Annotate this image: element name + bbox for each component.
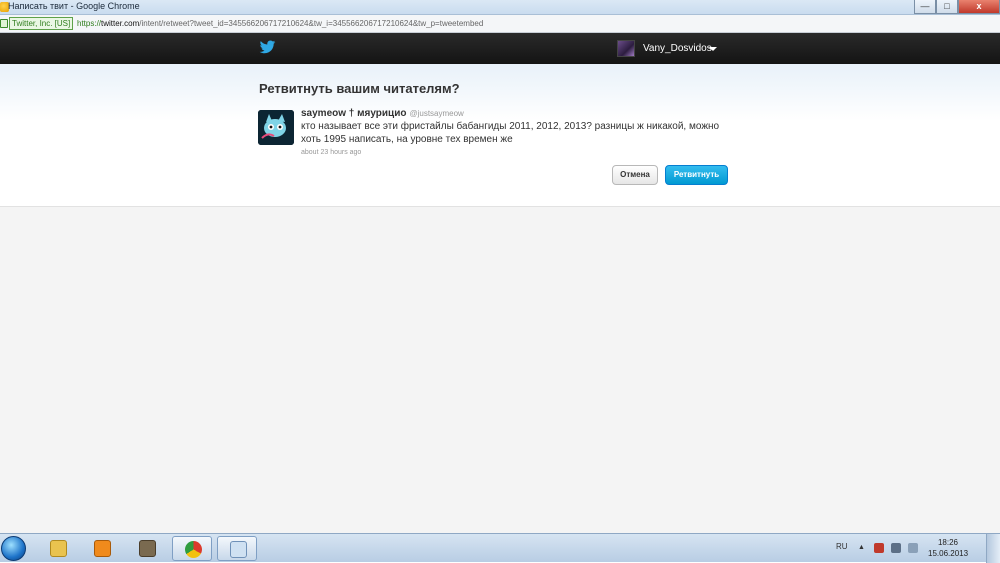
taskbar-archive[interactable] (127, 536, 167, 561)
paint-icon (230, 541, 247, 558)
start-button[interactable] (1, 536, 26, 561)
lock-icon (0, 19, 8, 28)
retweet-dialog: Ретвитнуть вашим читателям? saymeow † мя… (0, 64, 1000, 207)
window-title-bar: Написать твит - Google Chrome — □ x (0, 0, 1000, 15)
cat-avatar-icon (258, 110, 294, 145)
tray-expand-icon[interactable]: ▲ (858, 544, 865, 551)
page-title: Ретвитнуть вашим читателям? (259, 81, 460, 96)
page-background (0, 207, 1000, 533)
url-scheme: https:// (77, 19, 102, 28)
archive-icon (139, 540, 156, 557)
tweet-author: saymeow † мяурициo @justsaymeow (301, 108, 464, 119)
ev-certificate-badge[interactable]: Twitter, Inc. [US] (9, 17, 74, 30)
folder-icon (50, 540, 67, 557)
language-indicator[interactable]: RU (836, 542, 848, 551)
chevron-down-icon[interactable] (709, 47, 717, 51)
windows-taskbar: RU ▲ 18:26 15.06.2013 (0, 533, 1000, 563)
taskbar-chrome[interactable] (172, 536, 212, 561)
maximize-button[interactable]: □ (936, 0, 958, 14)
system-clock[interactable]: 18:26 15.06.2013 (928, 537, 968, 559)
show-desktop-button[interactable] (986, 534, 1000, 563)
window-title: Написать твит - Google Chrome (8, 1, 140, 11)
window-controls: — □ x (914, 0, 1000, 14)
close-button[interactable]: x (958, 0, 1000, 14)
author-handle[interactable]: @justsaymeow (409, 109, 463, 118)
tweet-timestamp[interactable]: about 23 hours ago (301, 149, 361, 156)
taskbar-paint[interactable] (217, 536, 257, 561)
address-bar[interactable]: Twitter, Inc. [US] https://twitter.com/i… (0, 15, 1000, 33)
twitter-top-bar: Vany_Dosvidos (0, 33, 1000, 64)
chrome-icon (185, 541, 202, 558)
volume-icon[interactable] (908, 543, 918, 553)
clock-time: 18:26 (937, 538, 959, 547)
minimize-button[interactable]: — (914, 0, 936, 14)
retweet-button[interactable]: Ретвитнуть (665, 165, 728, 185)
url-path: /intent/retweet?tweet_id=345566206717210… (139, 19, 484, 28)
media-player-icon (94, 540, 111, 557)
author-name[interactable]: saymeow † мяурициo (301, 108, 406, 119)
url-host: twitter.com (101, 19, 140, 28)
network-icon[interactable] (891, 543, 901, 553)
clock-date: 15.06.2013 (928, 549, 969, 558)
twitter-bird-icon[interactable] (259, 40, 276, 55)
cancel-button[interactable]: Отмена (612, 165, 658, 185)
taskbar-explorer[interactable] (38, 536, 78, 561)
user-avatar[interactable] (617, 40, 635, 57)
action-center-icon[interactable] (874, 543, 884, 553)
username-label[interactable]: Vany_Dosvidos (643, 43, 712, 54)
taskbar-media-player[interactable] (82, 536, 122, 561)
tweet-text: кто называет все эти фристайлы бабангиды… (301, 121, 720, 145)
tweet-author-avatar[interactable] (258, 110, 294, 145)
url-text[interactable]: https://twitter.com/intent/retweet?tweet… (77, 19, 483, 28)
